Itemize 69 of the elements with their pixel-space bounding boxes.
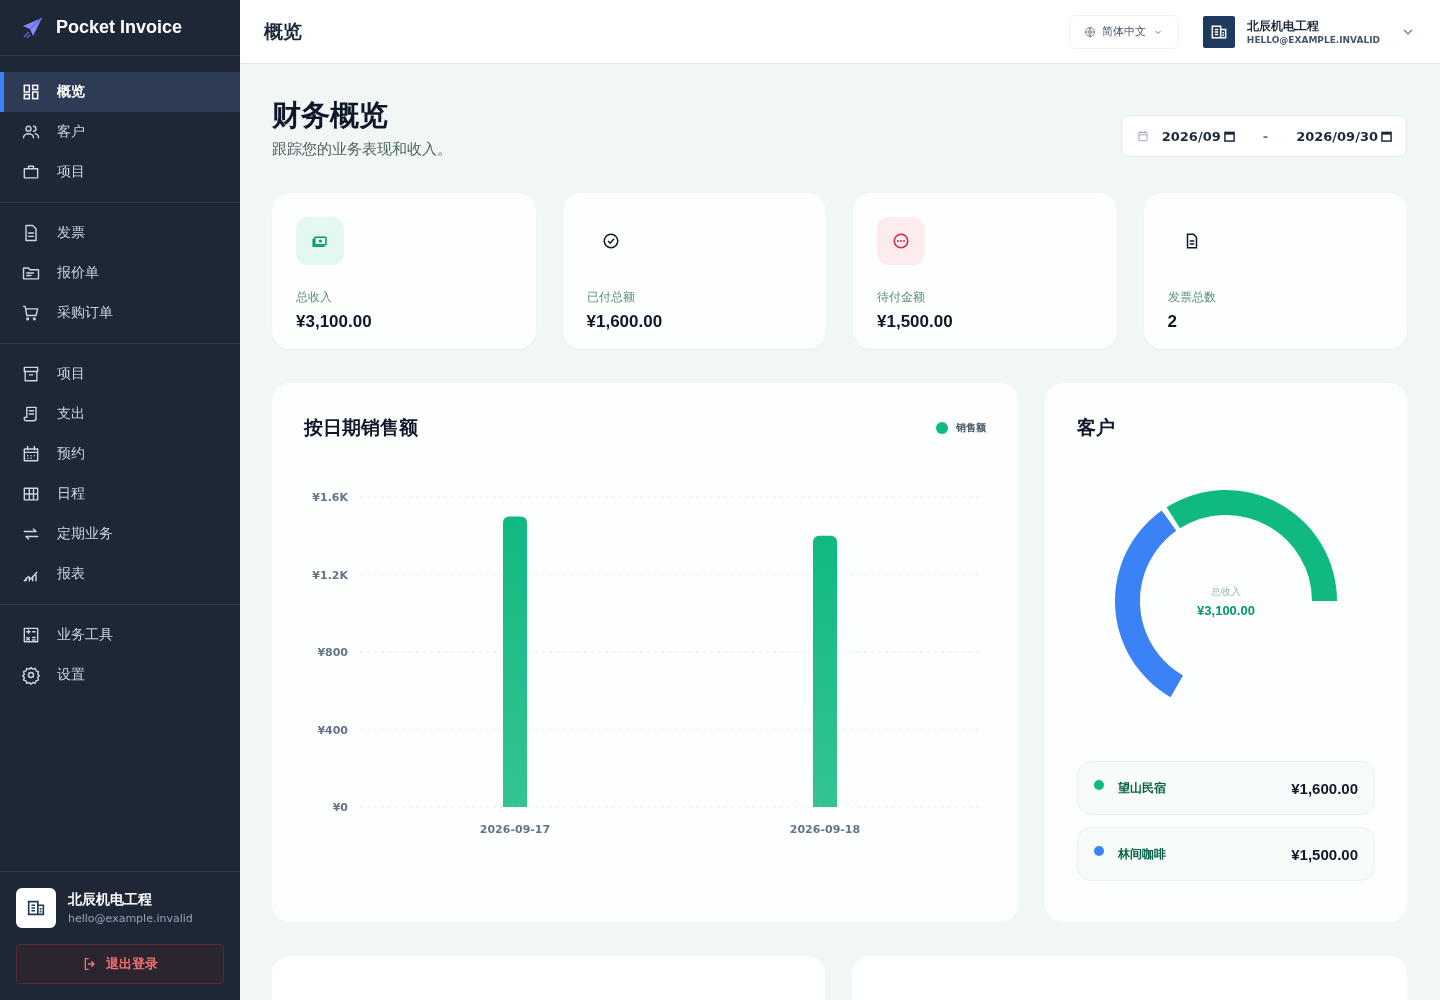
sidebar-item[interactable]: 项目 <box>0 152 240 192</box>
customer-amount: ¥1,500.00 <box>1291 845 1358 863</box>
grid-icon <box>21 82 41 102</box>
calendar-icon[interactable] <box>1223 130 1235 142</box>
stat-label: 发票总数 <box>1167 289 1217 306</box>
calendar-icon <box>21 444 41 464</box>
stat-label: 总收入 <box>296 289 333 306</box>
gear-icon <box>21 665 41 685</box>
stat-value: ¥1,600.00 <box>586 312 664 332</box>
y-tick-label: ¥1.2K <box>312 568 348 582</box>
page-subtitle: 跟踪您的业务表现和收入。 <box>272 140 452 159</box>
date-separator: - <box>1262 128 1269 144</box>
y-tick-label: ¥800 <box>317 646 348 659</box>
date-range-field[interactable]: 2026/09 - 2026/09/30 <box>1120 115 1407 157</box>
users-icon <box>21 122 41 142</box>
calendar-icon[interactable] <box>1381 130 1392 142</box>
sidebar-item[interactable]: 客户 <box>0 112 240 152</box>
sidebar-item[interactable]: 业务工具 <box>0 615 240 655</box>
building-avatar <box>16 888 56 928</box>
donut-center-label: 总收入 <box>1211 586 1241 597</box>
y-tick-label: ¥1.6K <box>312 491 348 504</box>
more-circle-icon <box>892 232 910 250</box>
building-avatar <box>1202 15 1235 48</box>
sidebar-item[interactable]: 日程 <box>0 474 240 514</box>
globe-icon <box>1083 25 1096 38</box>
sidebar-item[interactable]: 预约 <box>0 434 240 474</box>
start-date[interactable]: 2026/09 <box>1161 128 1235 144</box>
briefcase-icon <box>21 162 41 182</box>
sidebar-item[interactable]: 概览 <box>0 72 240 112</box>
calculator-icon <box>21 625 41 645</box>
check-circle-icon <box>601 232 620 250</box>
sidebar-item[interactable]: 发票 <box>0 213 240 253</box>
account-email: hello@example.invalid <box>68 912 193 925</box>
calendar-icon <box>1135 129 1150 143</box>
sidebar-item[interactable]: 报表 <box>0 554 240 594</box>
sidebar-item[interactable]: 支出 <box>0 394 240 434</box>
page-heading: 财务概览 <box>272 97 389 134</box>
stat-value: ¥3,100.00 <box>296 312 373 332</box>
page-title: 概览 <box>264 18 303 44</box>
table-icon <box>21 484 41 504</box>
sidebar-item[interactable]: 设置 <box>0 655 240 695</box>
legend-label: 销售额 <box>956 421 986 435</box>
x-tick-label: 2026-09-18 <box>789 823 861 836</box>
account-email: HELLO@EXAMPLE.INVALID <box>1246 35 1380 45</box>
sidebar-item[interactable]: 采购订单 <box>0 293 240 333</box>
brand-name: Pocket Invoice <box>56 17 183 38</box>
stat-value: 2 <box>1167 312 1178 332</box>
customer-name: 林间咖啡 <box>1118 845 1167 863</box>
y-tick-label: ¥0 <box>332 801 348 814</box>
language-select[interactable]: 简体中文 <box>1068 14 1179 49</box>
archive-icon <box>21 364 41 384</box>
card-title: 客户 <box>1077 416 1115 438</box>
cart-icon <box>21 303 41 323</box>
account-name: 北辰机电工程 <box>1246 18 1320 35</box>
end-date[interactable]: 2026/09/30 <box>1296 128 1392 144</box>
sidebar-item[interactable]: 定期业务 <box>0 514 240 554</box>
donut-center-value: ¥3,100.00 <box>1197 603 1255 618</box>
sidebar-item[interactable]: 报价单 <box>0 253 240 293</box>
stat-label: 已付总额 <box>586 289 636 306</box>
customer-name: 望山民宿 <box>1118 779 1167 797</box>
y-tick-label: ¥400 <box>317 723 348 737</box>
sidebar-item[interactable]: 项目 <box>0 354 240 394</box>
customer-amount: ¥1,600.00 <box>1291 779 1358 797</box>
x-tick-label: 2026-09-17 <box>479 823 551 836</box>
account-name: 北辰机电工程 <box>68 891 153 909</box>
stat-label: 待付金额 <box>877 289 926 306</box>
stat-value: ¥1,500.00 <box>877 312 954 332</box>
card-title: 按日期销售额 <box>304 415 418 440</box>
logout-button[interactable]: 退出登录 <box>16 944 224 984</box>
